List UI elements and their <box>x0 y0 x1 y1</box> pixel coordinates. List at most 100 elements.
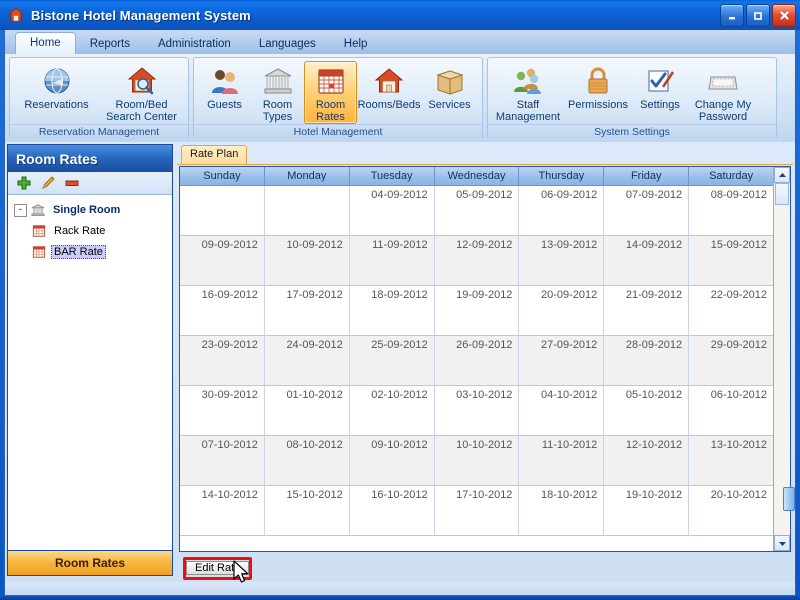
column-header-sunday[interactable]: Sunday <box>180 167 265 186</box>
calendar-cell[interactable]: 14-10-2012 <box>180 486 265 536</box>
ribbon-button-reservations[interactable]: Reservations <box>14 61 99 123</box>
ribbon-button-room-rates[interactable]: Room Rates <box>304 61 357 124</box>
calendar-cell[interactable]: 12-09-2012 <box>435 236 520 286</box>
ribbon-button-services[interactable]: Services <box>421 61 478 123</box>
tree-item-rack-rate[interactable]: Rack Rate <box>32 221 172 240</box>
calendar-cell[interactable]: 17-09-2012 <box>265 286 350 336</box>
calendar-cell[interactable]: 08-09-2012 <box>689 186 773 236</box>
scroll-up-button[interactable] <box>774 167 790 183</box>
calendar-cell[interactable]: 19-09-2012 <box>435 286 520 336</box>
calendar-cell[interactable]: 10-10-2012 <box>435 436 520 486</box>
column-header-saturday[interactable]: Saturday <box>689 167 773 186</box>
red-minus-icon[interactable] <box>64 175 80 191</box>
close-button[interactable] <box>772 4 796 27</box>
ribbon-button-label: Settings <box>640 99 680 111</box>
calendar-cell[interactable]: 15-09-2012 <box>689 236 773 286</box>
calendar-cell[interactable]: 13-09-2012 <box>519 236 604 286</box>
calendar-cell[interactable]: 06-09-2012 <box>519 186 604 236</box>
ribbon-button-room-bed-search-center[interactable]: Room/Bed Search Center <box>99 61 184 124</box>
calendar-cell[interactable]: 09-10-2012 <box>350 436 435 486</box>
calendar-cell[interactable] <box>265 186 350 236</box>
calendar-cell[interactable]: 18-10-2012 <box>519 486 604 536</box>
calendar-cell[interactable]: 18-09-2012 <box>350 286 435 336</box>
calendar-cell[interactable]: 22-09-2012 <box>689 286 773 336</box>
calendar-cell[interactable]: 03-10-2012 <box>435 386 520 436</box>
globe-icon <box>41 65 73 97</box>
column-header-tuesday[interactable]: Tuesday <box>350 167 435 186</box>
minimize-button[interactable] <box>720 4 744 27</box>
tree-item-label: BAR Rate <box>51 245 106 259</box>
calendar-cell[interactable]: 21-09-2012 <box>604 286 689 336</box>
lock-icon <box>582 65 614 97</box>
calendar-cell[interactable]: 04-10-2012 <box>519 386 604 436</box>
calendar-header-row: Sunday Monday Tuesday Wednesday Thursday… <box>180 167 773 186</box>
calendar-cell[interactable]: 16-10-2012 <box>350 486 435 536</box>
calendar-cell[interactable]: 08-10-2012 <box>265 436 350 486</box>
rate-plan-panel: Rate Plan Sunday Monday Tuesday Wednesda… <box>177 144 793 576</box>
calendar-cell[interactable]: 06-10-2012 <box>689 386 773 436</box>
calendar-cell[interactable]: 27-09-2012 <box>519 336 604 386</box>
edit-rate-button[interactable]: Edit Rate <box>186 561 249 575</box>
tab-reports[interactable]: Reports <box>76 34 144 55</box>
calendar-cell[interactable]: 17-10-2012 <box>435 486 520 536</box>
tab-home[interactable]: Home <box>15 32 76 55</box>
table-row: 16-09-2012 17-09-2012 18-09-2012 19-09-2… <box>180 286 773 336</box>
calendar-cell[interactable] <box>180 186 265 236</box>
column-header-wednesday[interactable]: Wednesday <box>435 167 520 186</box>
calendar-cell[interactable]: 07-09-2012 <box>604 186 689 236</box>
tree-node-single-room[interactable]: - Single Room <box>14 201 172 219</box>
ribbon-button-guests[interactable]: Guests <box>198 61 251 123</box>
ribbon-button-staff-management[interactable]: Staff Management <box>492 61 564 124</box>
column-header-friday[interactable]: Friday <box>604 167 689 186</box>
tree-expander-icon[interactable]: - <box>14 204 27 217</box>
scroll-down-button[interactable] <box>774 535 790 551</box>
calendar-cell[interactable]: 05-09-2012 <box>435 186 520 236</box>
tree-item-bar-rate[interactable]: BAR Rate <box>32 242 172 261</box>
panel-toolbar <box>8 172 172 195</box>
window-scrollbar-thumb[interactable] <box>783 487 795 511</box>
column-header-monday[interactable]: Monday <box>265 167 350 186</box>
calendar-cell[interactable]: 20-10-2012 <box>689 486 773 536</box>
ribbon-button-permissions[interactable]: Permissions <box>564 61 632 123</box>
calendar-cell[interactable]: 11-10-2012 <box>519 436 604 486</box>
tab-administration[interactable]: Administration <box>144 34 245 55</box>
calendar-cell[interactable]: 13-10-2012 <box>689 436 773 486</box>
calendar-cell[interactable]: 14-09-2012 <box>604 236 689 286</box>
calendar-cell[interactable]: 05-10-2012 <box>604 386 689 436</box>
green-plus-icon[interactable] <box>16 175 32 191</box>
ribbon-button-settings[interactable]: Settings <box>632 61 688 123</box>
pencil-icon[interactable] <box>40 175 56 191</box>
ribbon-button-label: Room Types <box>263 99 292 123</box>
ribbon-button-room-types[interactable]: Room Types <box>251 61 304 124</box>
ribbon-button-change-my-password[interactable]: Change My Password <box>688 61 758 124</box>
calendar-cell[interactable]: 19-10-2012 <box>604 486 689 536</box>
bank-icon <box>31 203 45 217</box>
scrollbar-thumb[interactable] <box>775 183 789 205</box>
maximize-button[interactable] <box>746 4 770 27</box>
calendar-cell[interactable]: 20-09-2012 <box>519 286 604 336</box>
calendar-cell[interactable]: 09-09-2012 <box>180 236 265 286</box>
calendar-cell[interactable]: 16-09-2012 <box>180 286 265 336</box>
calendar-cell[interactable]: 24-09-2012 <box>265 336 350 386</box>
calendar-cell[interactable]: 07-10-2012 <box>180 436 265 486</box>
calendar-cell[interactable]: 02-10-2012 <box>350 386 435 436</box>
ribbon-button-rooms-beds[interactable]: Rooms/Beds <box>357 61 421 123</box>
tab-help[interactable]: Help <box>330 34 382 55</box>
calendar-cell[interactable]: 04-09-2012 <box>350 186 435 236</box>
calendar-cell[interactable]: 28-09-2012 <box>604 336 689 386</box>
room-rates-footer-button[interactable]: Room Rates <box>8 550 172 575</box>
calendar-cell[interactable]: 29-09-2012 <box>689 336 773 386</box>
calendar-cell[interactable]: 10-09-2012 <box>265 236 350 286</box>
calendar-cell[interactable]: 15-10-2012 <box>265 486 350 536</box>
calendar-cell[interactable]: 11-09-2012 <box>350 236 435 286</box>
calendar-cell[interactable]: 30-09-2012 <box>180 386 265 436</box>
tab-rate-plan[interactable]: Rate Plan <box>181 145 247 164</box>
calendar-cell[interactable]: 23-09-2012 <box>180 336 265 386</box>
house-search-icon <box>126 65 158 97</box>
column-header-thursday[interactable]: Thursday <box>519 167 604 186</box>
calendar-cell[interactable]: 26-09-2012 <box>435 336 520 386</box>
calendar-cell[interactable]: 25-09-2012 <box>350 336 435 386</box>
calendar-cell[interactable]: 01-10-2012 <box>265 386 350 436</box>
calendar-cell[interactable]: 12-10-2012 <box>604 436 689 486</box>
tab-languages[interactable]: Languages <box>245 34 330 55</box>
